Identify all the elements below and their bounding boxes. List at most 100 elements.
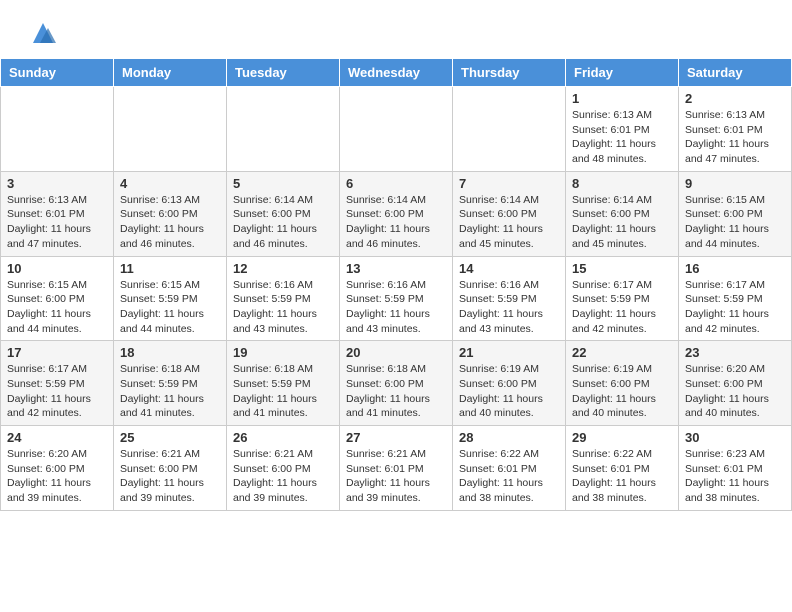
week-row-3: 10Sunrise: 6:15 AM Sunset: 6:00 PM Dayli… [1, 256, 792, 341]
day-info: Sunrise: 6:13 AM Sunset: 6:01 PM Dayligh… [7, 193, 107, 252]
calendar-cell: 19 Sunrise: 6:18 AM Sunset: 5:59 PM Dayli… [227, 341, 340, 426]
calendar-cell: 21Sunrise: 6:19 AM Sunset: 6:00 PM Dayli… [453, 341, 566, 426]
day-number: 8 [572, 176, 672, 191]
day-number: 18 [120, 345, 220, 360]
day-number: 22 [572, 345, 672, 360]
day-number: 1 [572, 91, 672, 106]
calendar-cell: 1 Sunrise: 6:13 AM Sunset: 6:01 PM Daylig… [566, 87, 679, 172]
header [0, 0, 792, 58]
day-info: Sunrise: 6:14 AM Sunset: 6:00 PM Dayligh… [459, 193, 559, 252]
day-info: Sunrise: 6:19 AM Sunset: 6:00 PM Dayligh… [572, 362, 672, 421]
day-info: Sunrise: 6:18 AM Sunset: 5:59 PM Dayligh… [233, 362, 333, 421]
calendar-cell: 22 Sunrise: 6:19 AM Sunset: 6:00 PM Dayli… [566, 341, 679, 426]
day-info: Sunrise: 6:21 AM Sunset: 6:00 PM Dayligh… [120, 447, 220, 506]
day-number: 25 [120, 430, 220, 445]
day-number: 14 [459, 261, 559, 276]
day-number: 21 [459, 345, 559, 360]
week-row-2: 3 Sunrise: 6:13 AM Sunset: 6:01 PM Daylig… [1, 171, 792, 256]
day-number: 12 [233, 261, 333, 276]
calendar-cell: 28Sunrise: 6:22 AM Sunset: 6:01 PM Dayli… [453, 426, 566, 511]
calendar-cell: 24Sunrise: 6:20 AM Sunset: 6:00 PM Dayli… [1, 426, 114, 511]
weekday-header-monday: Monday [114, 59, 227, 87]
day-number: 20 [346, 345, 446, 360]
calendar-cell: 18 Sunrise: 6:18 AM Sunset: 5:59 PM Dayli… [114, 341, 227, 426]
calendar-cell [114, 87, 227, 172]
day-number: 9 [685, 176, 785, 191]
day-info: Sunrise: 6:13 AM Sunset: 6:01 PM Dayligh… [572, 108, 672, 167]
calendar-cell: 13 Sunrise: 6:16 AM Sunset: 5:59 PM Dayli… [340, 256, 453, 341]
calendar-cell: 9 Sunrise: 6:15 AM Sunset: 6:00 PM Daylig… [679, 171, 792, 256]
calendar-cell [340, 87, 453, 172]
day-number: 17 [7, 345, 107, 360]
day-info: Sunrise: 6:18 AM Sunset: 6:00 PM Dayligh… [346, 362, 446, 421]
day-info: Sunrise: 6:23 AM Sunset: 6:01 PM Dayligh… [685, 447, 785, 506]
week-row-1: 1 Sunrise: 6:13 AM Sunset: 6:01 PM Daylig… [1, 87, 792, 172]
calendar-cell: 26 Sunrise: 6:21 AM Sunset: 6:00 PM Dayli… [227, 426, 340, 511]
calendar-cell: 2Sunrise: 6:13 AM Sunset: 6:01 PM Daylig… [679, 87, 792, 172]
day-number: 5 [233, 176, 333, 191]
calendar-table: SundayMondayTuesdayWednesdayThursdayFrid… [0, 58, 792, 511]
day-info: Sunrise: 6:14 AM Sunset: 6:00 PM Dayligh… [572, 193, 672, 252]
day-info: Sunrise: 6:14 AM Sunset: 6:00 PM Dayligh… [233, 193, 333, 252]
day-number: 3 [7, 176, 107, 191]
day-number: 7 [459, 176, 559, 191]
day-info: Sunrise: 6:20 AM Sunset: 6:00 PM Dayligh… [685, 362, 785, 421]
day-info: Sunrise: 6:21 AM Sunset: 6:00 PM Dayligh… [233, 447, 333, 506]
day-number: 16 [685, 261, 785, 276]
day-number: 4 [120, 176, 220, 191]
week-row-4: 17 Sunrise: 6:17 AM Sunset: 5:59 PM Dayli… [1, 341, 792, 426]
calendar-cell: 7 Sunrise: 6:14 AM Sunset: 6:00 PM Daylig… [453, 171, 566, 256]
day-number: 13 [346, 261, 446, 276]
logo-icon [28, 18, 58, 48]
calendar-cell: 30 Sunrise: 6:23 AM Sunset: 6:01 PM Dayli… [679, 426, 792, 511]
weekday-header-tuesday: Tuesday [227, 59, 340, 87]
day-info: Sunrise: 6:21 AM Sunset: 6:01 PM Dayligh… [346, 447, 446, 506]
day-info: Sunrise: 6:22 AM Sunset: 6:01 PM Dayligh… [572, 447, 672, 506]
calendar-cell: 16 Sunrise: 6:17 AM Sunset: 5:59 PM Dayli… [679, 256, 792, 341]
calendar-cell: 15Sunrise: 6:17 AM Sunset: 5:59 PM Dayli… [566, 256, 679, 341]
logo [24, 18, 58, 48]
calendar-cell: 8 Sunrise: 6:14 AM Sunset: 6:00 PM Daylig… [566, 171, 679, 256]
day-info: Sunrise: 6:22 AM Sunset: 6:01 PM Dayligh… [459, 447, 559, 506]
calendar-cell: 25 Sunrise: 6:21 AM Sunset: 6:00 PM Dayli… [114, 426, 227, 511]
day-info: Sunrise: 6:15 AM Sunset: 6:00 PM Dayligh… [7, 278, 107, 337]
day-info: Sunrise: 6:13 AM Sunset: 6:00 PM Dayligh… [120, 193, 220, 252]
day-info: Sunrise: 6:17 AM Sunset: 5:59 PM Dayligh… [572, 278, 672, 337]
day-info: Sunrise: 6:16 AM Sunset: 5:59 PM Dayligh… [459, 278, 559, 337]
calendar-cell: 23 Sunrise: 6:20 AM Sunset: 6:00 PM Dayli… [679, 341, 792, 426]
day-number: 23 [685, 345, 785, 360]
calendar-cell [227, 87, 340, 172]
day-info: Sunrise: 6:17 AM Sunset: 5:59 PM Dayligh… [7, 362, 107, 421]
calendar-cell: 11Sunrise: 6:15 AM Sunset: 5:59 PM Dayli… [114, 256, 227, 341]
page: SundayMondayTuesdayWednesdayThursdayFrid… [0, 0, 792, 511]
weekday-header-sunday: Sunday [1, 59, 114, 87]
weekday-header-wednesday: Wednesday [340, 59, 453, 87]
week-row-5: 24Sunrise: 6:20 AM Sunset: 6:00 PM Dayli… [1, 426, 792, 511]
weekday-header-saturday: Saturday [679, 59, 792, 87]
day-info: Sunrise: 6:15 AM Sunset: 6:00 PM Dayligh… [685, 193, 785, 252]
day-number: 2 [685, 91, 785, 106]
calendar-cell: 6Sunrise: 6:14 AM Sunset: 6:00 PM Daylig… [340, 171, 453, 256]
weekday-header-friday: Friday [566, 59, 679, 87]
day-number: 6 [346, 176, 446, 191]
calendar-cell: 5 Sunrise: 6:14 AM Sunset: 6:00 PM Daylig… [227, 171, 340, 256]
day-number: 26 [233, 430, 333, 445]
calendar-cell [1, 87, 114, 172]
calendar-cell: 4 Sunrise: 6:13 AM Sunset: 6:00 PM Daylig… [114, 171, 227, 256]
calendar-cell: 14 Sunrise: 6:16 AM Sunset: 5:59 PM Dayli… [453, 256, 566, 341]
day-number: 27 [346, 430, 446, 445]
weekday-header-row: SundayMondayTuesdayWednesdayThursdayFrid… [1, 59, 792, 87]
calendar-cell: 20 Sunrise: 6:18 AM Sunset: 6:00 PM Dayli… [340, 341, 453, 426]
day-info: Sunrise: 6:18 AM Sunset: 5:59 PM Dayligh… [120, 362, 220, 421]
day-info: Sunrise: 6:17 AM Sunset: 5:59 PM Dayligh… [685, 278, 785, 337]
day-number: 24 [7, 430, 107, 445]
calendar-cell: 27 Sunrise: 6:21 AM Sunset: 6:01 PM Dayli… [340, 426, 453, 511]
day-number: 30 [685, 430, 785, 445]
calendar-cell: 10Sunrise: 6:15 AM Sunset: 6:00 PM Dayli… [1, 256, 114, 341]
calendar-cell: 17 Sunrise: 6:17 AM Sunset: 5:59 PM Dayli… [1, 341, 114, 426]
weekday-header-thursday: Thursday [453, 59, 566, 87]
day-number: 19 [233, 345, 333, 360]
calendar-cell: 29Sunrise: 6:22 AM Sunset: 6:01 PM Dayli… [566, 426, 679, 511]
day-info: Sunrise: 6:16 AM Sunset: 5:59 PM Dayligh… [346, 278, 446, 337]
calendar-cell [453, 87, 566, 172]
